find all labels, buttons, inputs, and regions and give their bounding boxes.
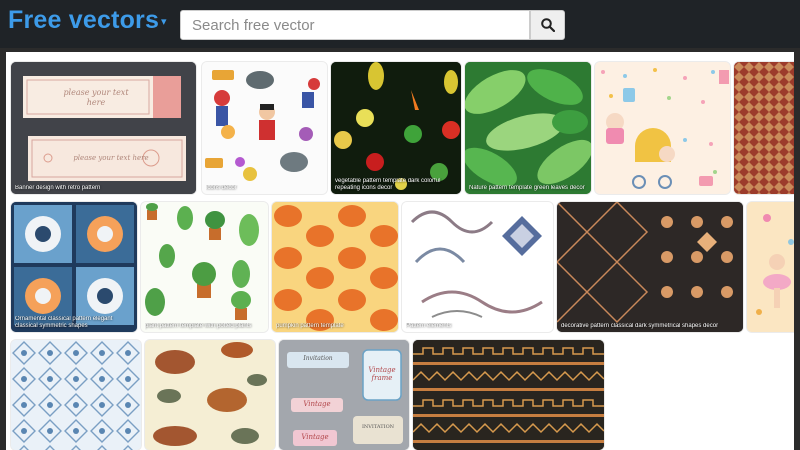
vector-thumbnail[interactable]: [747, 202, 794, 332]
pumpkin-artwork: [272, 202, 398, 332]
vector-thumbnail[interactable]: [595, 62, 730, 194]
vintage-label: Vintage: [301, 433, 329, 441]
thumbnail-caption: icons decor: [206, 185, 237, 191]
search-input[interactable]: [181, 11, 522, 39]
vector-thumbnail[interactable]: icons decor: [202, 62, 327, 194]
vector-thumbnail[interactable]: Vintage frame Vintage INVITATION Vintage…: [279, 340, 409, 450]
vector-thumbnail[interactable]: Nature pattern template green leaves dec…: [465, 62, 591, 194]
search-box: [180, 10, 530, 40]
vector-thumbnail[interactable]: plant pattern template with potted plant…: [141, 202, 268, 332]
vegetable-artwork: [331, 62, 461, 194]
deer-artwork: [145, 340, 275, 450]
banner-text: please your text here: [73, 154, 149, 162]
search-icon: [541, 18, 555, 32]
vector-thumbnail[interactable]: please your text here please your text h…: [11, 62, 196, 194]
vector-thumbnail[interactable]: vegetable pattern template dark colorful…: [331, 62, 461, 194]
site-logo[interactable]: Free vectors: [8, 6, 159, 35]
thumbnail-caption: pumpkin pattern template: [276, 323, 344, 329]
thumbnail-caption: vegetable pattern template dark colorful…: [335, 178, 441, 191]
thumbnail-caption: plant pattern template with potted plant…: [145, 323, 252, 329]
banner-artwork: [11, 62, 196, 194]
banner-text: please your text here: [63, 88, 129, 107]
vector-thumbnail[interactable]: Pattern elements: [402, 202, 553, 332]
zigzag-artwork: [734, 62, 794, 194]
classical-tiles-artwork: [11, 202, 137, 332]
vector-thumbnail[interactable]: decorative pattern classical dark symmet…: [557, 202, 743, 332]
gallery-grid: please your text here please your text h…: [6, 52, 794, 450]
geometric-artwork: [557, 202, 743, 332]
vector-thumbnail[interactable]: [11, 340, 141, 450]
thumbnail-caption: Banner design with retro pattern: [15, 185, 101, 191]
vector-thumbnail[interactable]: [413, 340, 604, 450]
vintage-label: Vintage: [303, 400, 331, 408]
leaves-artwork: [465, 62, 591, 194]
thumbnail-caption: decorative pattern classical dark symmet…: [561, 323, 719, 329]
blue-tile-artwork: [11, 340, 141, 450]
thumbnail-caption: Ornamental classical pattern elegant cla…: [15, 316, 113, 329]
vintage-label: INVITATION: [361, 424, 395, 430]
vector-thumbnail[interactable]: Ornamental classical pattern elegant cla…: [11, 202, 137, 332]
vintage-label: Invitation: [303, 355, 333, 362]
border-pattern-artwork: [413, 340, 604, 450]
thumbnail-caption: Pattern elements: [406, 323, 452, 329]
header-bar: Free vectors ▾: [0, 0, 800, 48]
search-button[interactable]: [530, 10, 565, 40]
vector-thumbnail[interactable]: [145, 340, 275, 450]
baby-pattern-artwork: [595, 62, 730, 194]
vector-thumbnail[interactable]: pumpkin pattern template: [272, 202, 398, 332]
ballerina-artwork: [747, 202, 794, 332]
ornament-artwork: [402, 202, 553, 332]
icons-artwork: [202, 62, 327, 194]
chevron-down-icon[interactable]: ▾: [161, 15, 167, 28]
vector-thumbnail[interactable]: [734, 62, 794, 194]
vintage-label: Vintage frame: [368, 366, 396, 382]
thumbnail-caption: Nature pattern template green leaves dec…: [469, 185, 585, 191]
plants-artwork: [141, 202, 268, 332]
